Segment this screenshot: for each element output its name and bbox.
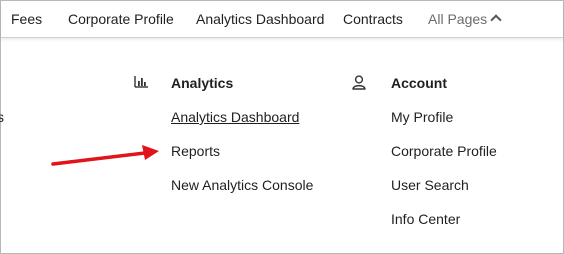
menu-link-user-search[interactable]: User Search: [391, 177, 469, 193]
menu-link-new-analytics-console[interactable]: New Analytics Console: [171, 177, 313, 193]
analytics-section-title: Analytics: [171, 75, 234, 91]
menu-link-corporate-profile[interactable]: Corporate Profile: [391, 143, 497, 159]
menu-link-reports[interactable]: Reports: [171, 143, 220, 159]
nav-item-all-pages[interactable]: All Pages: [428, 10, 502, 28]
chevron-up-icon: [490, 14, 502, 26]
nav-item-fees[interactable]: Fees: [11, 10, 42, 28]
nav-item-analytics-dashboard[interactable]: Analytics Dashboard: [196, 10, 324, 28]
window-frame: Fees Corporate Profile Analytics Dashboa…: [0, 0, 564, 254]
account-section-title: Account: [391, 75, 447, 91]
bar-chart-icon: [134, 76, 148, 88]
all-pages-label: All Pages: [428, 11, 488, 27]
annotation-arrow: [51, 145, 159, 166]
nav-item-contracts[interactable]: Contracts: [343, 10, 403, 28]
menu-link-my-profile[interactable]: My Profile: [391, 109, 453, 125]
annotation-arrow-shaft: [51, 151, 147, 166]
nav-item-corporate-profile[interactable]: Corporate Profile: [68, 10, 174, 28]
clipped-column-text: s: [0, 109, 4, 125]
top-navigation-bar: Fees Corporate Profile Analytics Dashboa…: [1, 1, 563, 38]
menu-link-analytics-dashboard[interactable]: Analytics Dashboard: [171, 109, 299, 125]
annotation-arrow-head: [142, 145, 159, 160]
menu-link-info-center[interactable]: Info Center: [391, 211, 460, 227]
user-icon: [352, 75, 366, 90]
